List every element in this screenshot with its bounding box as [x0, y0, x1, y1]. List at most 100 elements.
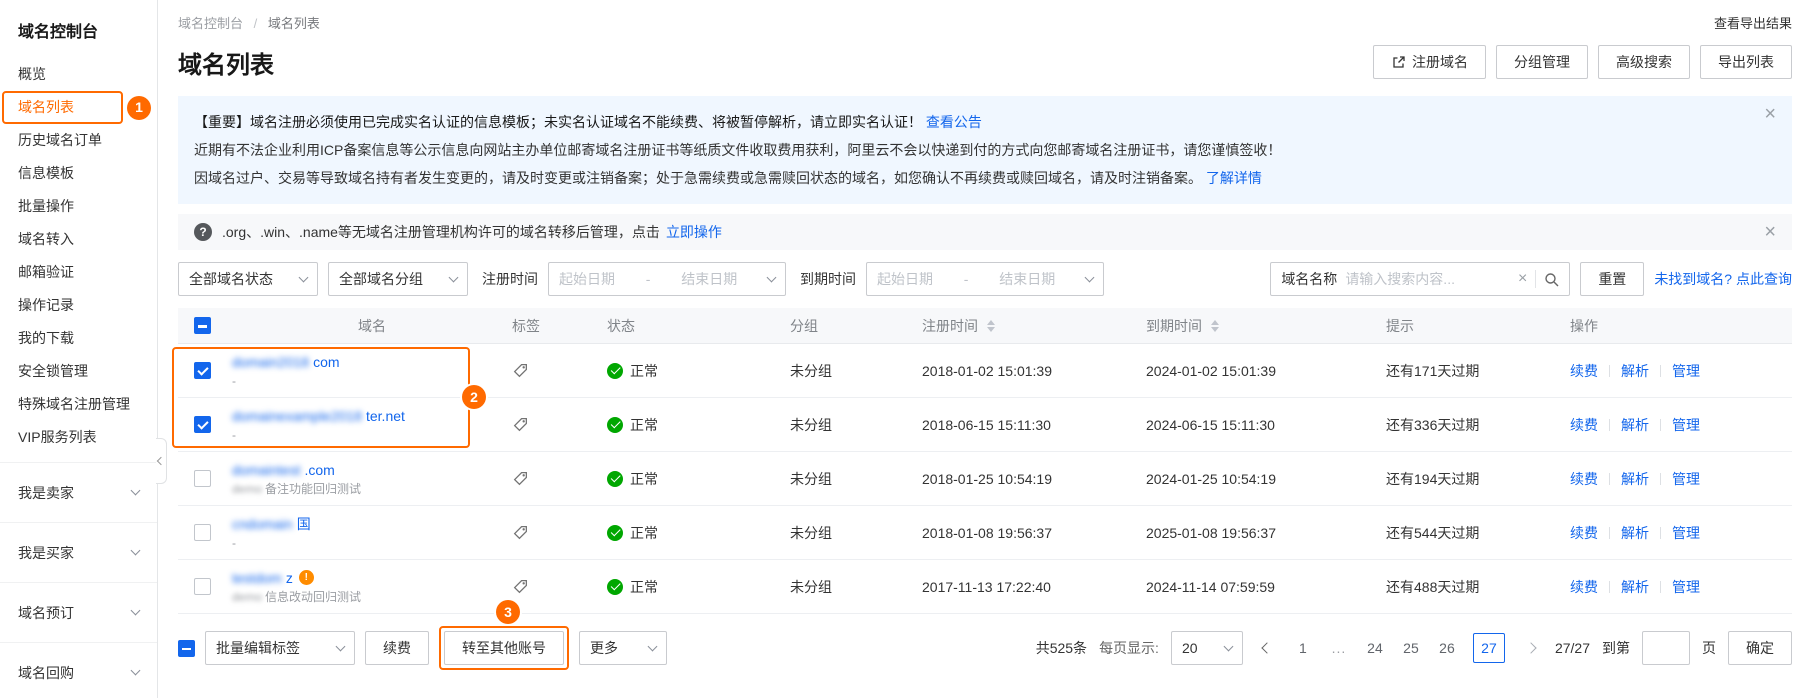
dns-resolve-link[interactable]: 解析	[1621, 469, 1649, 489]
page-26[interactable]: 26	[1437, 633, 1457, 663]
reset-button[interactable]: 重置	[1580, 262, 1645, 296]
batch-edit-tag-select[interactable]: 批量编辑标签	[205, 631, 355, 665]
view-export-result-link[interactable]: 查看导出结果	[1714, 13, 1792, 32]
dns-resolve-link[interactable]: 解析	[1621, 361, 1649, 381]
annotation-badge-1: 1	[127, 95, 151, 120]
chevron-down-icon	[130, 545, 141, 556]
sidebar-collapse-handle[interactable]	[156, 438, 167, 484]
sort-icon[interactable]	[1210, 319, 1220, 333]
sidebar-item-3[interactable]: 信息模板	[0, 157, 157, 190]
tag-icon[interactable]	[512, 416, 529, 433]
page-25[interactable]: 25	[1401, 633, 1421, 663]
sidebar-group-1[interactable]: 我是买家	[0, 522, 157, 582]
transfer-notice: ? .org、.win、.name等无域名注册管理机构许可的域名转移后管理，点击…	[178, 214, 1792, 250]
tag-icon[interactable]	[512, 470, 529, 487]
select-all-checkbox[interactable]	[194, 317, 211, 334]
sidebar-item-6[interactable]: 邮箱验证	[0, 256, 157, 289]
domain-name[interactable]: com	[313, 353, 339, 371]
bottom-select-all-checkbox[interactable]	[178, 639, 195, 657]
prev-page-button[interactable]	[1255, 636, 1279, 660]
sidebar-item-5[interactable]: 域名转入	[0, 223, 157, 256]
banner-close-icon[interactable]: ×	[1764, 104, 1776, 124]
sidebar-item-10[interactable]: 特殊域名注册管理	[0, 388, 157, 421]
dns-resolve-link[interactable]: 解析	[1621, 523, 1649, 543]
batch-renew-button[interactable]: 续费	[365, 631, 429, 665]
table-row: domaintest.com! demo备注功能回归测试 正常 未分组 2018…	[178, 452, 1792, 506]
advanced-search-button[interactable]: 高级搜索	[1598, 45, 1690, 79]
table-body: domain2018com! - 正常 未分组 2018-01-02 15:01…	[178, 344, 1792, 614]
sidebar-item-9[interactable]: 安全锁管理	[0, 355, 157, 388]
sidebar-group-2[interactable]: 域名预订	[0, 582, 157, 642]
search-input[interactable]	[1345, 271, 1510, 287]
sidebar-group-0[interactable]: 我是卖家	[0, 462, 157, 522]
per-page-select[interactable]: 20	[1170, 631, 1243, 665]
confirm-button[interactable]: 确定	[1728, 631, 1792, 665]
notice-line-2: 近期有不法企业利用ICP备案信息等公示信息向网站主办单位邮寄域名注册证书等纸质文…	[194, 142, 1282, 158]
sidebar-item-0[interactable]: 概览	[0, 58, 157, 91]
domain-remark: -	[232, 427, 236, 442]
row-checkbox[interactable]	[194, 524, 211, 541]
page-1[interactable]: 1	[1293, 633, 1313, 663]
view-announcement-link[interactable]: 查看公告	[926, 114, 982, 130]
domain-status-select[interactable]: 全部域名状态	[178, 262, 318, 296]
register-domain-button[interactable]: 注册域名	[1373, 45, 1486, 79]
domain-redacted: cndomain	[232, 515, 293, 532]
renew-link[interactable]: 续费	[1570, 469, 1598, 489]
tag-icon[interactable]	[512, 578, 529, 595]
transfer-notice-close-icon[interactable]: ×	[1764, 222, 1776, 242]
column-tag: 标签	[512, 317, 540, 334]
breadcrumb-root[interactable]: 域名控制台	[178, 16, 243, 31]
next-page-button[interactable]	[1519, 636, 1543, 660]
manage-link[interactable]: 管理	[1672, 415, 1700, 435]
reg-time-range-picker[interactable]: 起始日期 - 结束日期	[548, 262, 786, 296]
sidebar-item-7[interactable]: 操作记录	[0, 289, 157, 322]
sidebar-item-4[interactable]: 批量操作	[0, 190, 157, 223]
row-checkbox[interactable]	[194, 362, 211, 379]
domain-name[interactable]: z	[286, 569, 293, 587]
transfer-to-other-account-button[interactable]: 转至其他账号	[444, 631, 564, 665]
chevron-down-icon	[1223, 641, 1234, 651]
manage-link[interactable]: 管理	[1672, 523, 1700, 543]
sidebar-item-1[interactable]: 域名列表 1	[0, 91, 157, 124]
filter-bar: 全部域名状态 全部域名分组 注册时间 起始日期 - 结束日期 到期时间 起始日期…	[178, 262, 1792, 296]
row-checkbox[interactable]	[194, 578, 211, 595]
renew-link[interactable]: 续费	[1570, 415, 1598, 435]
chevron-left-icon	[156, 456, 166, 466]
dns-resolve-link[interactable]: 解析	[1621, 415, 1649, 435]
domain-name-label: 域名名称	[1281, 271, 1338, 287]
domain-name[interactable]: ter.net	[366, 407, 405, 425]
expire-time-range-picker[interactable]: 起始日期 - 结束日期	[866, 262, 1104, 296]
operate-now-link[interactable]: 立即操作	[666, 222, 722, 242]
search-icon[interactable]	[1544, 272, 1559, 287]
export-list-button[interactable]: 导出列表	[1700, 45, 1792, 79]
page-current[interactable]: 27	[1472, 633, 1505, 663]
row-checkbox[interactable]	[194, 416, 211, 433]
sidebar-group-3[interactable]: 域名回购	[0, 642, 157, 698]
dns-resolve-link[interactable]: 解析	[1621, 577, 1649, 597]
group-cell: 未分组	[790, 416, 832, 433]
manage-link[interactable]: 管理	[1672, 469, 1700, 489]
sidebar-item-8[interactable]: 我的下载	[0, 322, 157, 355]
goto-page-input[interactable]	[1642, 631, 1690, 665]
row-checkbox[interactable]	[194, 470, 211, 487]
renew-link[interactable]: 续费	[1570, 361, 1598, 381]
tag-icon[interactable]	[512, 524, 529, 541]
domain-not-found-link[interactable]: 未找到域名? 点此查询	[1654, 269, 1792, 289]
clear-search-icon[interactable]: ×	[1518, 271, 1527, 287]
manage-link[interactable]: 管理	[1672, 361, 1700, 381]
domain-name[interactable]: .com	[304, 461, 334, 479]
tag-icon[interactable]	[512, 362, 529, 379]
domain-group-select[interactable]: 全部域名分组	[328, 262, 468, 296]
sidebar-item-2[interactable]: 历史域名订单	[0, 124, 157, 157]
sidebar-group-label: 域名预订	[18, 604, 74, 621]
sidebar-item-11[interactable]: VIP服务列表	[0, 421, 157, 454]
renew-link[interactable]: 续费	[1570, 523, 1598, 543]
renew-link[interactable]: 续费	[1570, 577, 1598, 597]
more-actions-select[interactable]: 更多	[579, 631, 667, 665]
learn-more-link[interactable]: 了解详情	[1206, 170, 1262, 186]
manage-link[interactable]: 管理	[1672, 577, 1700, 597]
domain-name[interactable]: 国	[297, 515, 311, 533]
page-24[interactable]: 24	[1365, 633, 1385, 663]
sort-icon[interactable]	[986, 319, 996, 333]
group-manage-button[interactable]: 分组管理	[1496, 45, 1588, 79]
